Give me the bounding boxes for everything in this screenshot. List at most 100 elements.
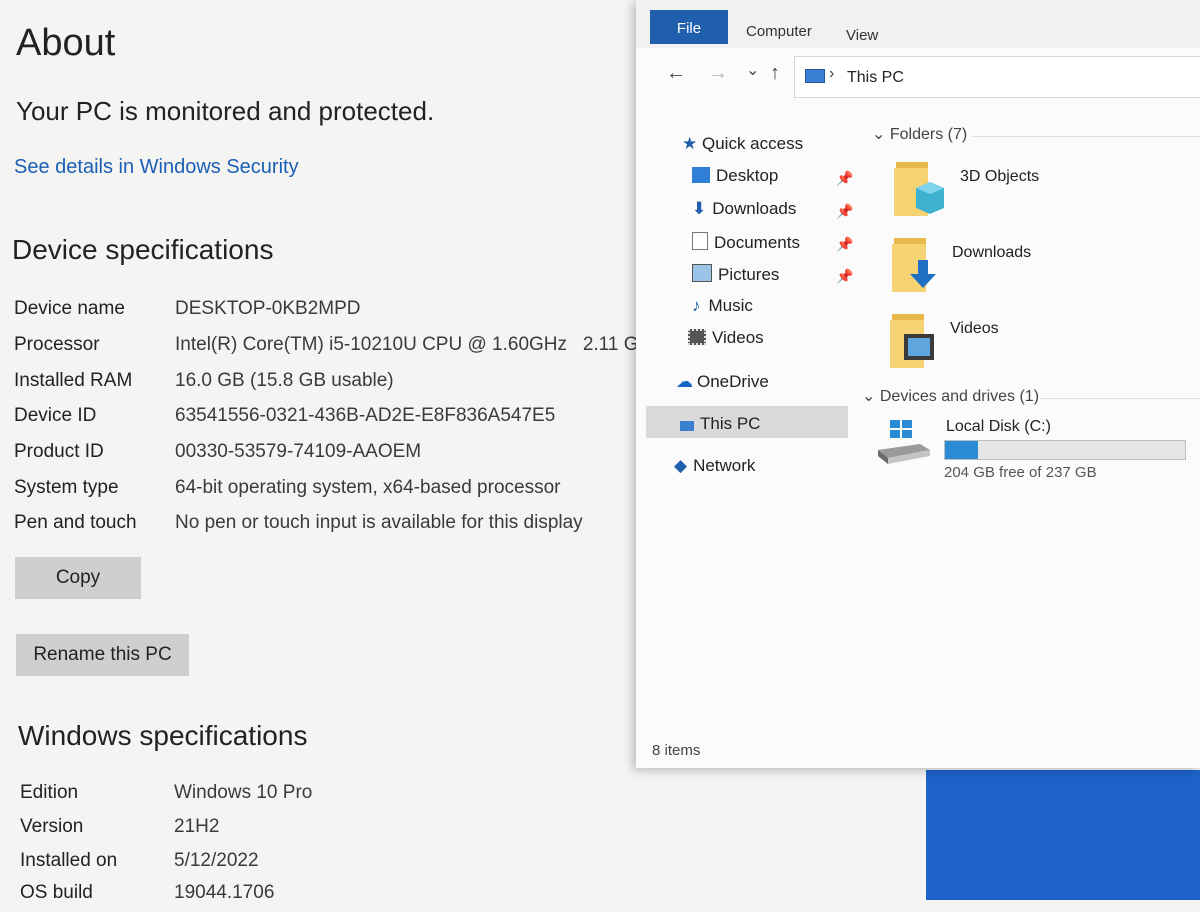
nav-item-label: OneDrive: [697, 372, 769, 391]
picture-icon: [692, 264, 712, 282]
recent-locations-chevron-icon[interactable]: ⌄: [746, 60, 759, 80]
about-page: About Your PC is monitored and protected…: [0, 0, 662, 903]
spec-label: OS build: [20, 882, 93, 903]
spec-row-device-id: Device ID 63541556-0321-436B-AD2E-E8F836…: [14, 405, 634, 435]
this-pc-icon: [805, 69, 825, 83]
nav-item-label: Desktop: [716, 166, 779, 185]
device-specs-heading: Device specifications: [12, 234, 274, 265]
film-icon: [688, 329, 706, 345]
spec-label: Device name: [14, 298, 125, 319]
spec-label: System type: [14, 477, 119, 498]
spec-row-device-name: Device name DESKTOP-0KB2MPD: [14, 298, 634, 328]
windows-security-link[interactable]: See details in Windows Security: [14, 156, 299, 179]
rename-pc-button[interactable]: Rename this PC: [16, 634, 189, 676]
folder-tile-downloads[interactable]: Downloads: [890, 234, 1190, 298]
nav-item-downloads[interactable]: ⬇ Downloads: [692, 199, 796, 219]
spec-row-system-type: System type 64-bit operating system, x64…: [14, 477, 634, 507]
spec-row-product-id: Product ID 00330-53579-74109-AAOEM: [14, 441, 634, 471]
nav-item-label: This PC: [700, 414, 761, 433]
nav-item-documents[interactable]: Documents: [692, 232, 800, 253]
folder-tile-3d-objects[interactable]: 3D Objects: [892, 158, 1192, 222]
spec-value: Intel(R) Core(TM) i5-10210U CPU @ 1.60GH…: [175, 334, 662, 355]
navigation-pane: ★ Quick access Desktop 📌 ⬇ Downloads 📌 Do…: [636, 110, 853, 730]
network-globe-icon: ◆: [674, 456, 688, 475]
tab-computer[interactable]: Computer: [746, 23, 812, 40]
folder-name: Videos: [950, 320, 999, 337]
breadcrumb-this-pc[interactable]: This PC: [847, 69, 904, 87]
nav-item-label: Pictures: [718, 265, 780, 284]
folders-group-header[interactable]: ⌄ Folders (7): [872, 124, 967, 144]
spec-value: 63541556-0321-436B-AD2E-E8F836A547E5: [175, 405, 556, 426]
tab-file[interactable]: File: [650, 10, 728, 44]
spec-row-pen-and-touch: Pen and touch No pen or touch input is a…: [14, 512, 634, 542]
nav-item-desktop[interactable]: Desktop: [692, 166, 778, 186]
nav-item-label: Music: [708, 296, 753, 315]
spec-value: Windows 10 Pro: [174, 782, 313, 803]
tab-view[interactable]: View: [846, 27, 878, 44]
desktop-icon: [692, 167, 710, 183]
address-bar[interactable]: › This PC: [794, 56, 1200, 98]
folder-tile-videos[interactable]: Videos: [888, 310, 1188, 374]
drive-tile-local-disk[interactable]: Local Disk (C:) 204 GB free of 237 GB: [876, 414, 1200, 484]
file-explorer-window: File Computer View ← → ⌄ ↑ › This PC ★ Q…: [636, 0, 1200, 768]
spec-value: 64-bit operating system, x64-based proce…: [175, 477, 561, 498]
spec-value: No pen or touch input is available for t…: [175, 512, 583, 533]
nav-item-quick-access[interactable]: ★ Quick access: [682, 134, 803, 154]
group-title: Folders (7): [889, 126, 968, 143]
spec-label: Installed on: [20, 850, 118, 871]
nav-item-network[interactable]: ◆ Network: [674, 456, 755, 476]
downloads-folder-icon: [892, 238, 936, 292]
spec-row-edition: Edition Windows 10 Pro: [20, 782, 640, 812]
videos-folder-icon: [890, 314, 934, 368]
folder-name: 3D Objects: [960, 168, 1040, 185]
nav-item-label: Videos: [712, 328, 764, 347]
spec-row-version: Version 21H2: [20, 816, 640, 846]
up-arrow-icon[interactable]: ↑: [770, 62, 780, 85]
nav-item-this-pc[interactable]: This PC: [680, 414, 760, 434]
nav-item-label: Quick access: [701, 134, 804, 153]
forward-arrow-icon[interactable]: →: [708, 62, 728, 85]
document-icon: [692, 232, 708, 250]
group-title: Devices and drives (1): [879, 388, 1040, 405]
pin-icon[interactable]: 📌: [836, 236, 853, 253]
nav-item-pictures[interactable]: Pictures: [692, 264, 779, 285]
breadcrumb-separator-icon: ›: [829, 65, 835, 82]
spec-value: 00330-53579-74109-AAOEM: [175, 441, 422, 462]
desktop-background: [926, 770, 1200, 900]
spec-value: 16.0 GB (15.8 GB usable): [175, 370, 394, 391]
nav-item-label: Downloads: [712, 199, 797, 218]
pin-icon[interactable]: 📌: [836, 268, 853, 285]
pin-icon[interactable]: 📌: [836, 203, 853, 220]
page-title: About: [16, 22, 116, 64]
spec-label: Pen and touch: [14, 512, 137, 533]
spec-value: DESKTOP-0KB2MPD: [175, 298, 361, 319]
spec-row-processor: Processor Intel(R) Core(TM) i5-10210U CP…: [14, 334, 662, 364]
spec-row-os-build: OS build 19044.1706: [20, 882, 640, 912]
nav-item-videos[interactable]: Videos: [688, 328, 764, 348]
chevron-down-icon: ⌄: [872, 126, 886, 143]
back-arrow-icon[interactable]: ←: [666, 62, 686, 85]
spec-label: Device ID: [14, 405, 97, 426]
spec-label: Installed RAM: [14, 370, 133, 391]
nav-item-music[interactable]: ♪ Music: [692, 296, 753, 316]
music-note-icon: ♪: [692, 296, 701, 315]
status-bar-item-count: 8 items: [652, 742, 701, 759]
download-arrow-icon: ⬇: [692, 199, 707, 218]
spec-row-installed-on: Installed on 5/12/2022: [20, 850, 640, 880]
nav-item-label: Network: [693, 456, 756, 475]
devices-group-header[interactable]: ⌄ Devices and drives (1): [862, 386, 1039, 406]
3d-objects-folder-icon: [894, 162, 944, 216]
nav-item-onedrive[interactable]: ☁ OneDrive: [676, 372, 769, 392]
protection-status: Your PC is monitored and protected.: [16, 96, 435, 126]
computer-icon: [680, 421, 694, 431]
spec-value: 19044.1706: [174, 882, 275, 903]
copy-button[interactable]: Copy: [15, 557, 141, 599]
pin-icon[interactable]: 📌: [836, 170, 853, 187]
ribbon: File Computer View: [636, 0, 1200, 48]
spec-label: Processor: [14, 334, 100, 355]
folder-name: Downloads: [952, 244, 1032, 261]
cloud-icon: ☁: [676, 372, 693, 391]
star-icon: ★: [682, 134, 698, 153]
spec-label: Version: [20, 816, 84, 837]
nav-item-label: Documents: [714, 233, 800, 252]
